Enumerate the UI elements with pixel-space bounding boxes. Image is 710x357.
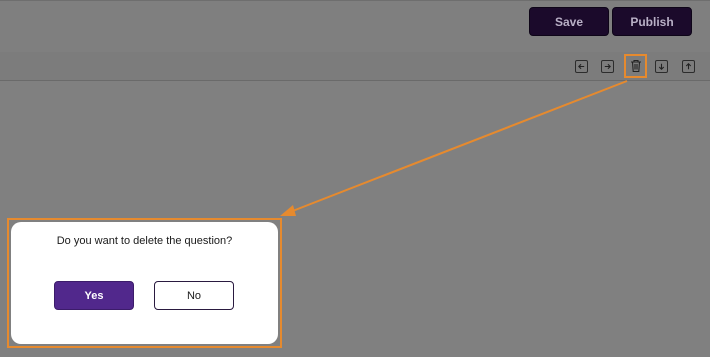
publish-button[interactable]: Publish	[612, 7, 692, 36]
move-down-icon[interactable]	[655, 60, 668, 73]
yes-button[interactable]: Yes	[54, 281, 134, 310]
delete-confirm-dialog: Do you want to delete the question? Yes …	[11, 222, 278, 344]
move-up-icon[interactable]	[682, 60, 695, 73]
save-button[interactable]: Save	[529, 7, 609, 36]
move-right-icon[interactable]	[601, 60, 614, 73]
trash-icon-highlight[interactable]	[624, 54, 647, 78]
dialog-message: Do you want to delete the question?	[56, 235, 233, 247]
top-bar: Save Publish	[0, 0, 710, 52]
no-button[interactable]: No	[154, 281, 234, 310]
trash-icon	[630, 59, 641, 73]
move-left-icon[interactable]	[575, 60, 588, 73]
